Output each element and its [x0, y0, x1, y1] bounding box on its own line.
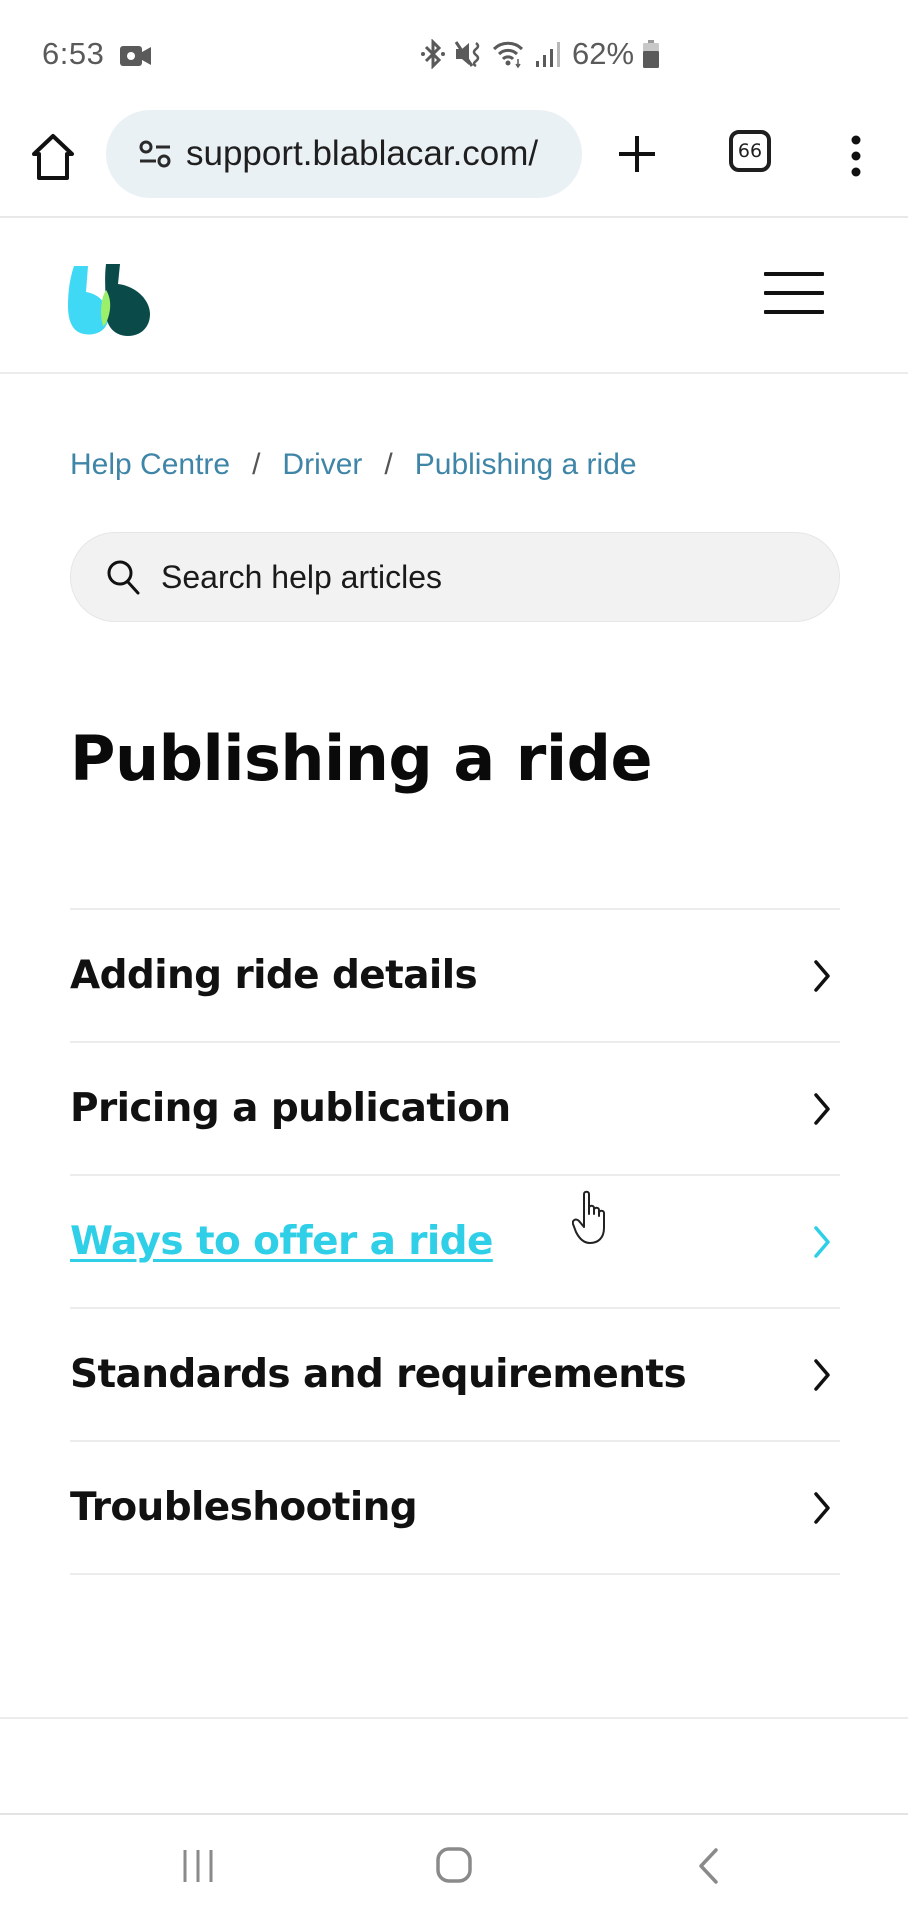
home-nav-icon[interactable]	[434, 1845, 474, 1885]
breadcrumb-separator: /	[252, 448, 261, 481]
breadcrumb-separator: /	[384, 448, 393, 481]
breadcrumb-driver[interactable]: Driver	[282, 448, 362, 482]
chevron-right-icon	[814, 1225, 830, 1258]
topic-pricing-a-publication[interactable]: Pricing a publication	[70, 1043, 840, 1176]
topic-ways-to-offer-a-ride[interactable]: Ways to offer a ride	[70, 1176, 840, 1309]
mute-vibrate-icon	[454, 41, 480, 68]
browser-toolbar: support.blablacar.com/ 66	[0, 110, 908, 218]
site-settings-icon[interactable]	[138, 140, 172, 168]
bluetooth-icon	[421, 39, 445, 69]
topic-label: Troubleshooting	[70, 1485, 418, 1530]
topic-label: Pricing a publication	[70, 1086, 511, 1131]
topic-adding-ride-details[interactable]: Adding ride details	[70, 910, 840, 1043]
address-bar[interactable]: support.blablacar.com/	[106, 110, 582, 198]
battery-percent: 62%	[572, 36, 635, 71]
chevron-right-icon	[814, 1491, 830, 1524]
topic-label: Standards and requirements	[70, 1352, 687, 1397]
url-text[interactable]: support.blablacar.com/	[186, 134, 582, 174]
page-title: Publishing a ride	[70, 722, 653, 795]
chevron-right-icon	[814, 1092, 830, 1125]
search-box[interactable]	[70, 532, 840, 622]
topic-label: Ways to offer a ride	[70, 1219, 493, 1264]
status-icons: 62%	[420, 36, 660, 72]
status-time: 6:53	[42, 36, 105, 71]
new-tab-icon[interactable]	[617, 134, 657, 174]
wifi-icon	[492, 41, 524, 69]
hamburger-line	[764, 291, 824, 295]
hamburger-line	[764, 310, 824, 314]
recents-icon[interactable]	[180, 1847, 216, 1885]
battery-icon	[643, 40, 660, 68]
topic-label: Adding ride details	[70, 953, 478, 998]
more-menu-icon[interactable]	[846, 134, 866, 178]
breadcrumb-publishing-a-ride[interactable]: Publishing a ride	[415, 448, 637, 482]
search-input[interactable]	[161, 558, 801, 596]
blablacar-logo[interactable]	[66, 260, 154, 336]
system-nav-bar	[0, 1815, 908, 1920]
chevron-right-icon	[814, 959, 830, 992]
signal-icon	[536, 42, 560, 67]
tab-count: 66	[737, 140, 763, 162]
topic-standards-and-requirements[interactable]: Standards and requirements	[70, 1309, 840, 1442]
site-header	[0, 218, 908, 374]
back-icon[interactable]	[696, 1847, 720, 1885]
search-icon	[107, 560, 140, 595]
tabs-icon[interactable]: 66	[729, 130, 771, 172]
status-bar: 6:53 62%	[0, 0, 908, 110]
home-icon[interactable]	[30, 132, 76, 182]
hamburger-line	[764, 272, 824, 276]
topic-list: Adding ride details Pricing a publicatio…	[70, 908, 840, 1575]
breadcrumb: Help Centre / Driver / Publishing a ride	[70, 448, 637, 482]
chevron-right-icon	[814, 1358, 830, 1391]
hand-cursor-icon	[572, 1190, 605, 1244]
footer-divider	[0, 1717, 908, 1719]
topic-troubleshooting[interactable]: Troubleshooting	[70, 1442, 840, 1575]
hamburger-icon[interactable]	[764, 272, 824, 314]
breadcrumb-help-centre[interactable]: Help Centre	[70, 448, 230, 482]
screen-record-icon	[120, 46, 151, 66]
